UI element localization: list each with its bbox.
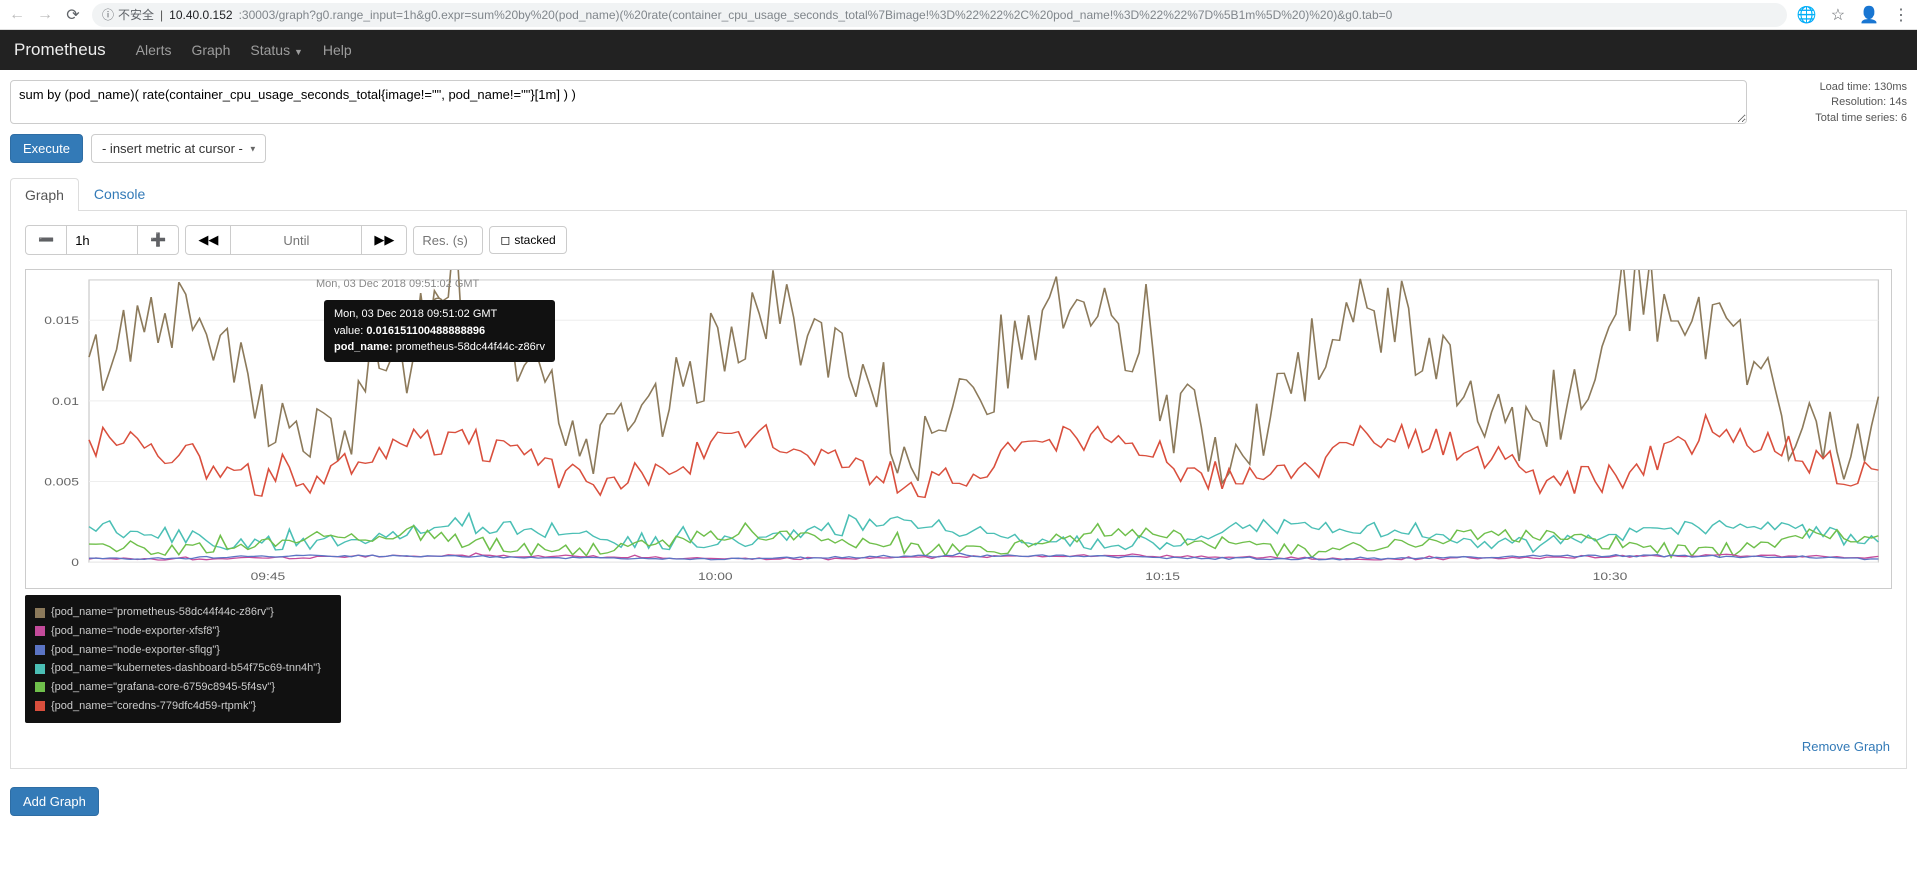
svg-text:0: 0 (71, 557, 79, 569)
translate-icon[interactable]: 🌐 (1797, 5, 1817, 25)
legend-item[interactable]: {pod_name="node-exporter-sflqg"} (35, 641, 321, 660)
range-decrease-button[interactable]: ➖ (25, 225, 67, 255)
range-input[interactable] (67, 225, 137, 255)
stat-total-series: Total time series: 6 (1757, 111, 1907, 126)
legend: {pod_name="prometheus-58dc44f44c-z86rv"}… (25, 595, 341, 723)
legend-swatch (35, 626, 45, 636)
legend-item[interactable]: {pod_name="coredns-779dfc4d59-rtpmk"} (35, 697, 321, 716)
nav-alerts[interactable]: Alerts (136, 42, 172, 58)
legend-item[interactable]: {pod_name="kubernetes-dashboard-b54f75c6… (35, 659, 321, 678)
metric-select[interactable]: - insert metric at cursor - (91, 134, 266, 163)
nav-graph[interactable]: Graph (191, 42, 230, 58)
tab-graph[interactable]: Graph (10, 178, 79, 211)
unstacked-icon: ◻ (500, 233, 510, 247)
legend-item[interactable]: {pod_name="prometheus-58dc44f44c-z86rv"} (35, 603, 321, 622)
stat-load-time: Load time: 130ms (1757, 80, 1907, 95)
time-forward-button[interactable]: ▶▶ (361, 225, 407, 255)
svg-text:0.015: 0.015 (44, 315, 79, 327)
svg-text:10:30: 10:30 (1593, 571, 1628, 583)
svg-text:10:00: 10:00 (698, 571, 733, 583)
stacked-toggle[interactable]: ◻stacked (489, 226, 566, 254)
legend-label: {pod_name="prometheus-58dc44f44c-z86rv"} (51, 603, 274, 622)
browser-toolbar: ← → ⟳ 不安全 | 10.40.0.152:30003/graph?g0.r… (0, 0, 1917, 30)
chart-svg: 0 0.005 0.01 0.015 09:45 10:00 10:15 10:30 (26, 270, 1891, 588)
time-back-button[interactable]: ◀◀ (185, 225, 231, 255)
svg-text:0.01: 0.01 (52, 395, 79, 407)
nav-status[interactable]: Status ▼ (250, 42, 303, 58)
legend-label: {pod_name="node-exporter-sflqg"} (51, 641, 220, 660)
legend-swatch (35, 701, 45, 711)
expression-input[interactable] (10, 80, 1747, 124)
tooltip-value: 0.016151100488888896 (366, 325, 485, 337)
address-bar[interactable]: 不安全 | 10.40.0.152:30003/graph?g0.range_i… (92, 3, 1787, 27)
legend-swatch (35, 682, 45, 692)
legend-label: {pod_name="node-exporter-xfsf8"} (51, 622, 220, 641)
nav-help[interactable]: Help (323, 42, 352, 58)
reload-icon[interactable]: ⟳ (64, 5, 82, 25)
legend-label: {pod_name="coredns-779dfc4d59-rtpmk"} (51, 697, 256, 716)
back-icon[interactable]: ← (8, 6, 26, 24)
tooltip-podname: prometheus-58dc44f44c-z86rv (396, 341, 545, 353)
legend-item[interactable]: {pod_name="node-exporter-xfsf8"} (35, 622, 321, 641)
tabs: Graph Console (10, 177, 1907, 211)
menu-icon[interactable]: ⋮ (1893, 5, 1909, 25)
legend-swatch (35, 608, 45, 618)
until-input[interactable] (231, 225, 361, 255)
brand[interactable]: Prometheus (14, 40, 106, 60)
caret-down-icon: ▼ (294, 47, 303, 57)
svg-text:09:45: 09:45 (251, 571, 286, 583)
svg-text:10:15: 10:15 (1145, 571, 1180, 583)
star-icon[interactable]: ☆ (1831, 5, 1845, 25)
app-navbar: Prometheus Alerts Graph Status ▼ Help (0, 30, 1917, 70)
hover-timestamp: Mon, 03 Dec 2018 09:51:02 GMT (316, 278, 479, 290)
chart-area[interactable]: 0 0.005 0.01 0.015 09:45 10:00 10:15 10:30 Mon,… (25, 269, 1892, 589)
url-rest: :30003/graph?g0.range_input=1h&g0.expr=s… (239, 8, 1393, 22)
forward-icon[interactable]: → (36, 6, 54, 24)
execute-button[interactable]: Execute (10, 134, 83, 163)
query-stats: Load time: 130ms Resolution: 14s Total t… (1757, 80, 1907, 126)
insecure-label: 不安全 (102, 6, 154, 23)
stat-resolution: Resolution: 14s (1757, 95, 1907, 110)
range-group: ➖ ➕ (25, 225, 179, 255)
legend-label: {pod_name="kubernetes-dashboard-b54f75c6… (51, 659, 321, 678)
legend-swatch (35, 664, 45, 674)
profile-icon[interactable]: 👤 (1859, 5, 1879, 25)
graph-panel: ➖ ➕ ◀◀ ▶▶ ◻stacked 0 0.005 0.01 0.015 09:45 1… (10, 211, 1907, 769)
resolution-input[interactable] (413, 226, 483, 255)
legend-item[interactable]: {pod_name="grafana-core-6759c8945-5f4sv"… (35, 678, 321, 697)
tooltip-ts: Mon, 03 Dec 2018 09:51:02 GMT (334, 306, 545, 323)
remove-graph-link[interactable]: Remove Graph (1802, 739, 1890, 754)
url-host: 10.40.0.152 (169, 8, 232, 22)
tab-console[interactable]: Console (79, 177, 160, 210)
range-increase-button[interactable]: ➕ (137, 225, 179, 255)
add-graph-button[interactable]: Add Graph (10, 787, 99, 816)
tooltip: Mon, 03 Dec 2018 09:51:02 GMT value: 0.0… (324, 300, 555, 362)
legend-label: {pod_name="grafana-core-6759c8945-5f4sv"… (51, 678, 275, 697)
svg-text:0.005: 0.005 (44, 476, 79, 488)
until-group: ◀◀ ▶▶ (185, 225, 407, 255)
legend-swatch (35, 645, 45, 655)
